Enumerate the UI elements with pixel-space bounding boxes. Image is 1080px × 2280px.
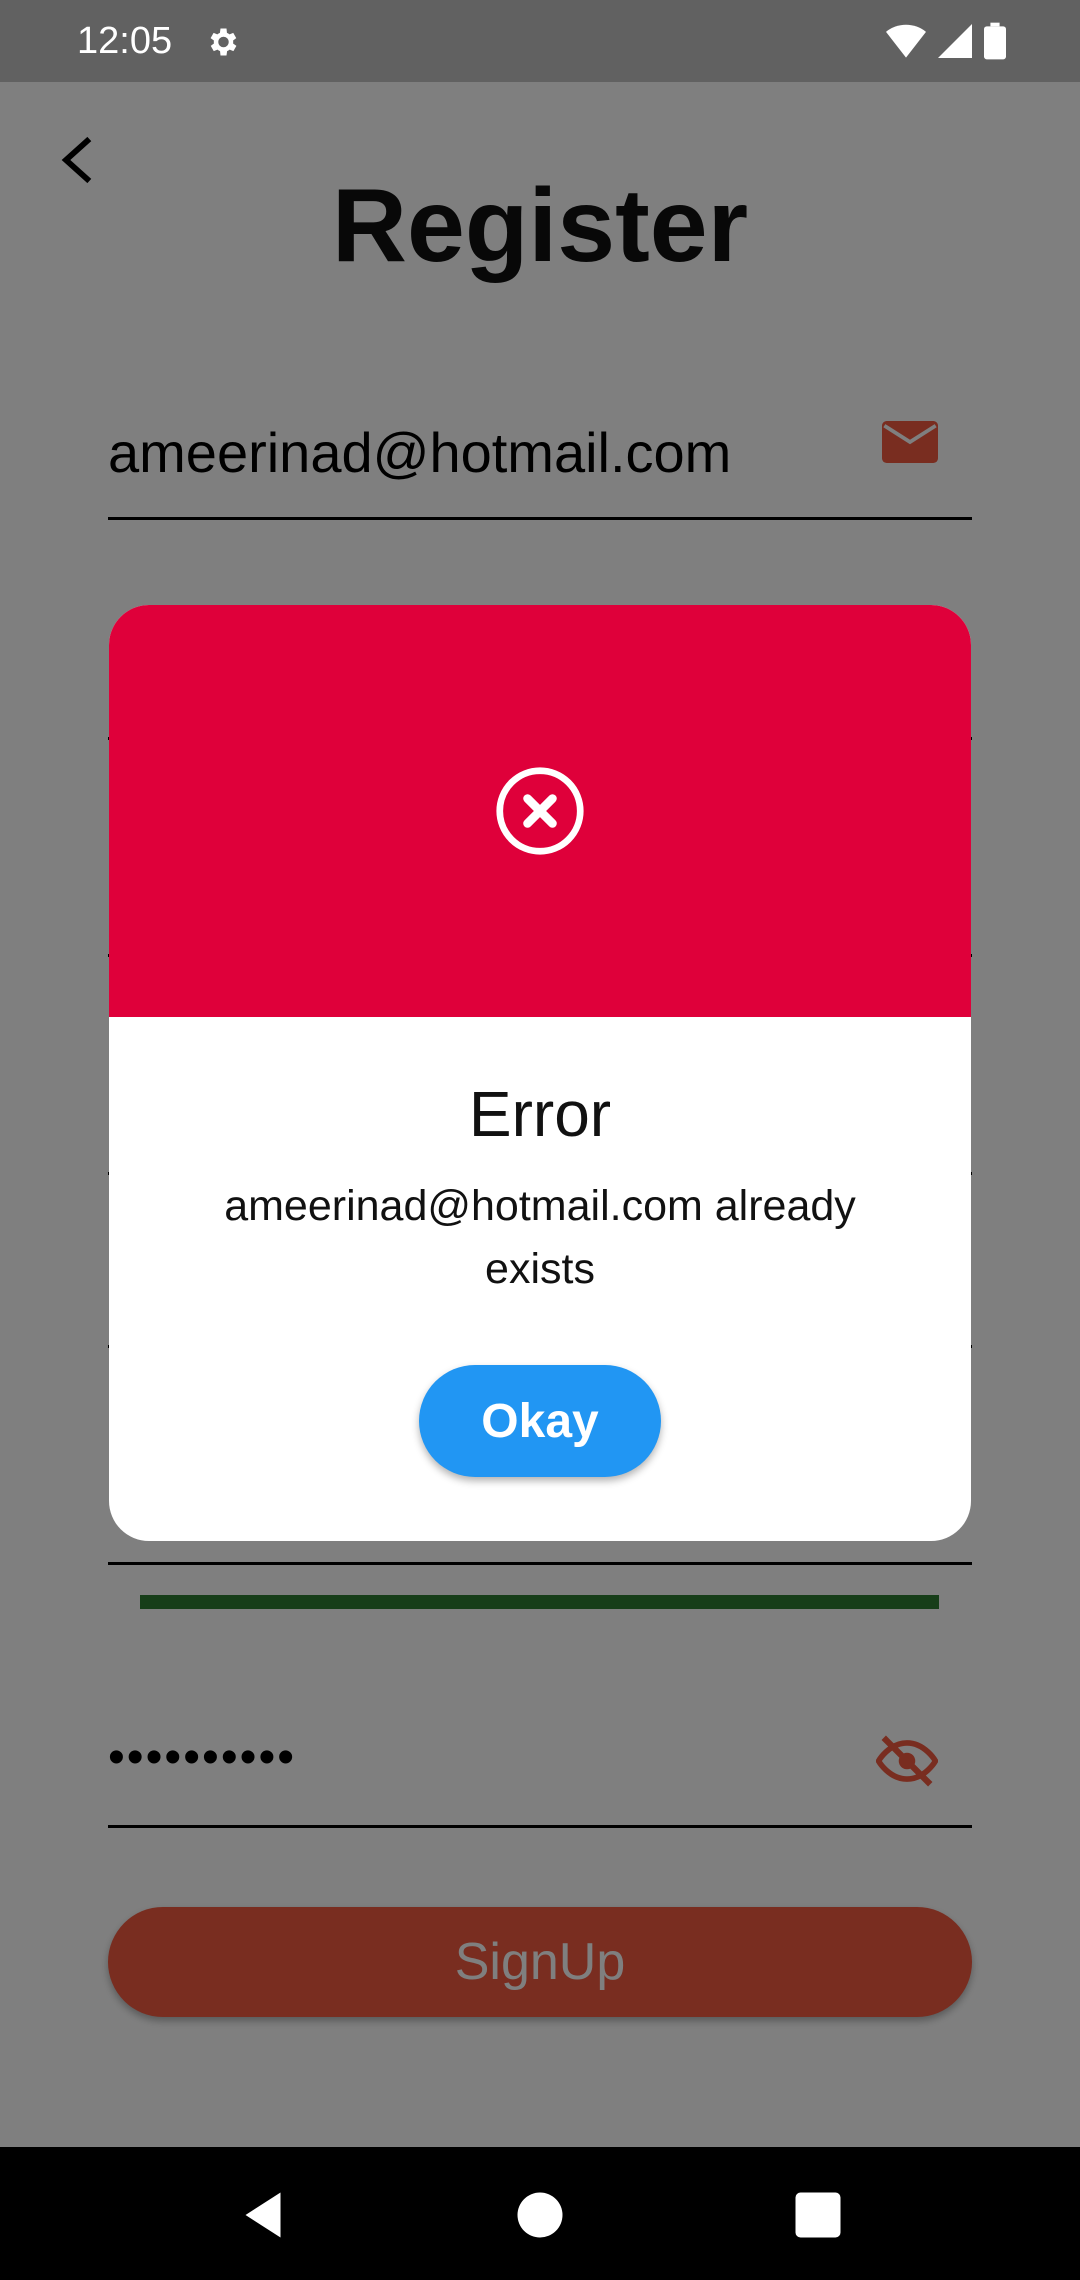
wifi-icon [886,24,926,58]
okay-button[interactable]: Okay [419,1365,661,1477]
back-triangle-icon[interactable] [233,2185,293,2245]
recents-square-icon[interactable] [788,2185,848,2245]
home-circle-icon[interactable] [510,2185,570,2245]
error-dialog: Error ameerinad@hotmail.com already exis… [109,605,971,1541]
gear-icon [210,28,237,56]
status-time: 12:05 [77,20,173,62]
dialog-message: ameerinad@hotmail.com already exists [224,1182,856,1293]
navigation-bar [0,2147,1080,2280]
status-bar: 12:05 [0,0,1080,82]
error-circle-x-icon [496,767,584,855]
dialog-title: Error [468,1078,612,1150]
signal-icon [938,24,972,58]
dialog-header [109,605,971,1017]
battery-icon [984,22,1006,60]
